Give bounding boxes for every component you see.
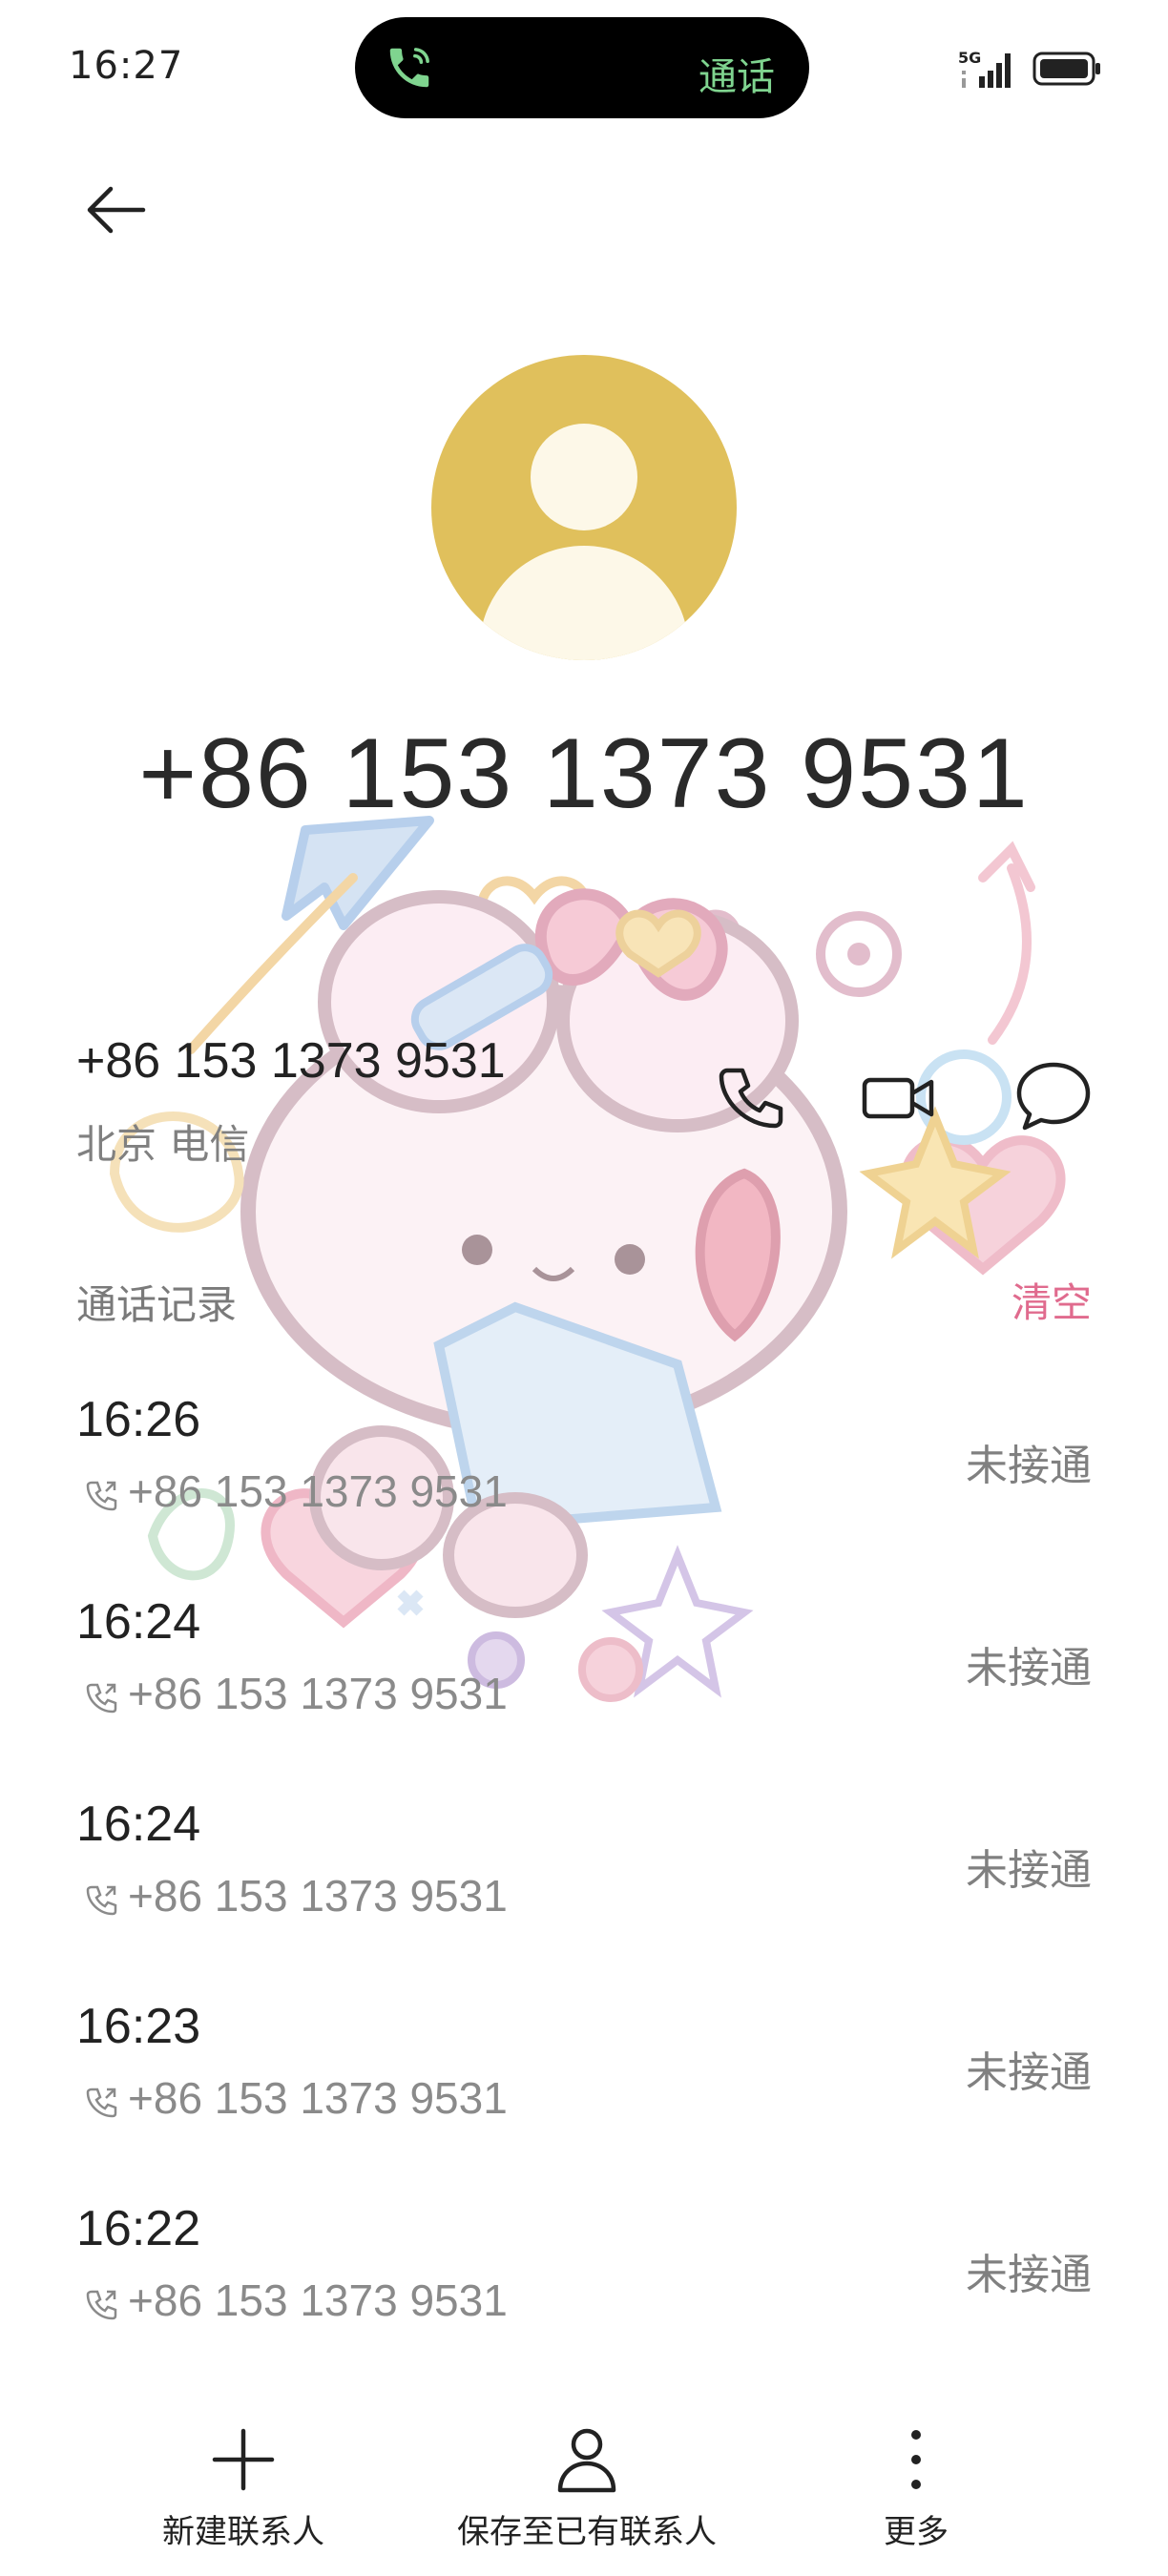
message-bubble-icon[interactable] <box>1013 1055 1094 1135</box>
call-number: +86 153 1373 9531 <box>128 2073 508 2123</box>
avatar-body <box>479 546 689 660</box>
arrow-left-icon[interactable] <box>76 172 153 248</box>
call-time: 16:22 <box>76 2201 201 2256</box>
call-log-row[interactable]: 16:24 +86 153 1373 9531 未接通 <box>0 1593 1168 1784</box>
contact-title-number: +86 153 1373 9531 <box>138 718 1030 829</box>
plus-icon <box>212 2428 275 2491</box>
call-log-row[interactable]: 16:24 +86 153 1373 9531 未接通 <box>0 1796 1168 1986</box>
arrow-doodle <box>186 873 358 1054</box>
phone-icon[interactable] <box>710 1057 790 1137</box>
call-log-row[interactable]: 16:23 +86 153 1373 9531 未接通 <box>0 1998 1168 2189</box>
call-number: +86 153 1373 9531 <box>128 1466 508 1516</box>
call-time: 16:24 <box>76 1797 201 1852</box>
call-number: +86 153 1373 9531 <box>128 2275 508 2325</box>
heart-doodle <box>900 1135 1066 1276</box>
call-log-row[interactable]: 16:26 +86 153 1373 9531 未接通 <box>0 1391 1168 1582</box>
signal-icon: 5G <box>958 49 1011 88</box>
call-time: 16:24 <box>76 1594 201 1650</box>
outgoing-call-icon <box>86 1885 117 1916</box>
more-label: 更多 <box>884 2513 949 2551</box>
status-time: 16:27 <box>69 44 184 88</box>
contact-number: +86 153 1373 9531 <box>76 1033 506 1089</box>
new-contact-label: 新建联系人 <box>162 2513 324 2551</box>
avatar-head <box>531 424 637 530</box>
call-log-row[interactable]: 16:22 +86 153 1373 9531 未接通 <box>0 2200 1168 2391</box>
outgoing-call-icon <box>86 1683 117 1714</box>
outgoing-call-icon <box>86 1481 117 1511</box>
person-icon <box>431 355 737 660</box>
call-status: 未接通 <box>966 1846 1092 1895</box>
paper-plane-doodle <box>282 816 434 930</box>
call-status: 未接通 <box>966 1442 1092 1490</box>
contact-location: 北京 电信 <box>76 1121 250 1168</box>
call-status: 未接通 <box>966 1644 1092 1693</box>
outgoing-call-icon <box>86 2088 117 2118</box>
call-number: +86 153 1373 9531 <box>128 1871 508 1921</box>
save-to-existing-contact-button[interactable]: 保存至已有联系人 <box>448 2420 725 2553</box>
call-status: 未接通 <box>966 2251 1092 2299</box>
more-vertical-icon <box>911 2430 921 2489</box>
phone-active-icon <box>389 48 429 88</box>
video-camera-icon[interactable] <box>857 1057 937 1137</box>
arrow-doodle <box>978 841 1035 1045</box>
person-icon <box>557 2428 616 2493</box>
call-time: 16:23 <box>76 1999 201 2054</box>
save-to-existing-label: 保存至已有联系人 <box>457 2513 717 2551</box>
battery-icon <box>1032 52 1100 86</box>
new-contact-button[interactable]: 新建联系人 <box>143 2420 344 2553</box>
more-button[interactable]: 更多 <box>859 2420 973 2553</box>
clear-call-log-button[interactable]: 清空 <box>1012 1271 1092 1329</box>
call-log-heading: 通话记录 <box>76 1281 238 1328</box>
call-number: +86 153 1373 9531 <box>128 1669 508 1718</box>
network-label: 5G <box>958 49 981 67</box>
flower-doodle <box>816 911 902 997</box>
call-time: 16:26 <box>76 1392 201 1447</box>
status-bar: 16:27 通话 5G <box>0 0 1168 134</box>
ongoing-call-pill[interactable]: 通话 <box>355 17 809 118</box>
heart-doodle <box>477 876 592 970</box>
call-status: 未接通 <box>966 2048 1092 2097</box>
call-pill-label: 通话 <box>699 55 775 99</box>
outgoing-call-icon <box>86 2290 117 2320</box>
